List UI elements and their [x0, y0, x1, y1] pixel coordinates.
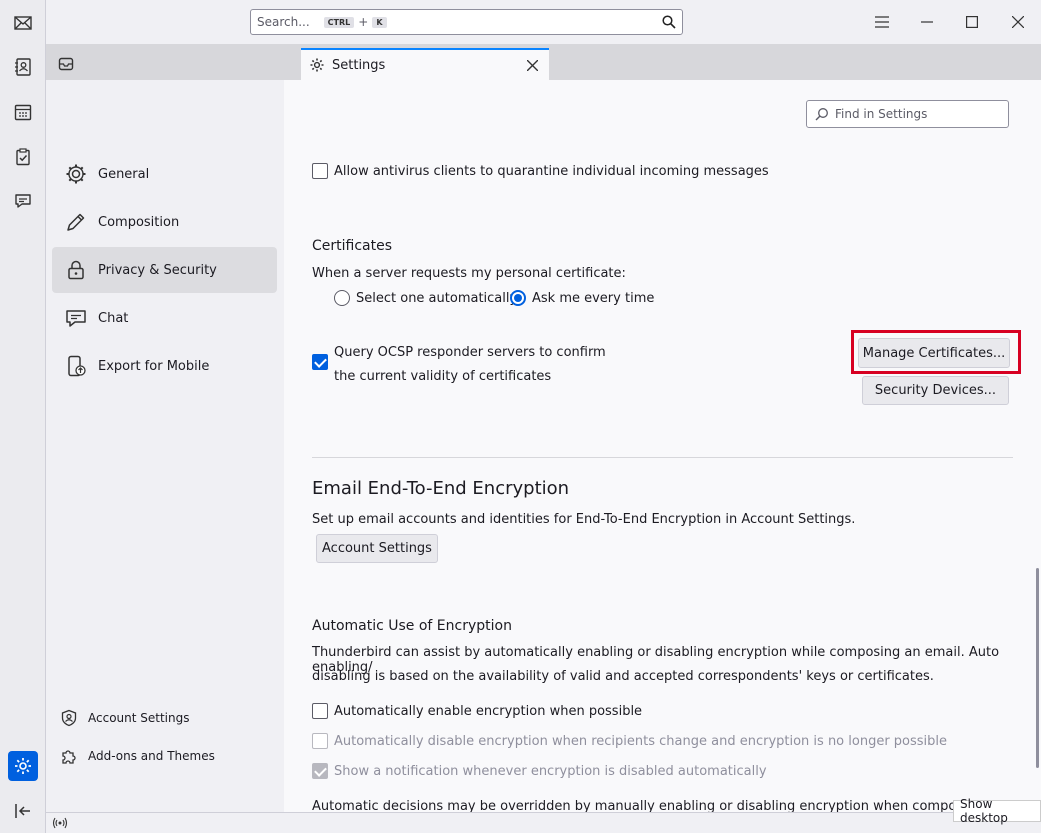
puzzle-piece-icon: [62, 750, 76, 764]
find-in-settings-input[interactable]: Find in Settings: [806, 100, 1009, 128]
tab-label: Settings: [332, 57, 386, 73]
antivirus-option[interactable]: Allow antivirus clients to quarantine in…: [312, 163, 769, 179]
nav-account-settings[interactable]: Account Settings: [60, 705, 189, 731]
radio-ask-every-time[interactable]: Ask me every time: [510, 290, 654, 306]
ocsp-check-mark[interactable]: [312, 354, 328, 370]
collapse-toolbar-icon[interactable]: [8, 796, 38, 826]
close-window-button[interactable]: [1004, 8, 1032, 36]
nav-foot-label: Account Settings: [88, 711, 190, 725]
maximize-button[interactable]: [958, 8, 986, 36]
ocsp-checkbox[interactable]: [312, 354, 334, 370]
nav-item-privacy-security[interactable]: Privacy & Security: [52, 247, 277, 293]
hamburger-menu-icon: [875, 16, 889, 28]
auto-enable-option[interactable]: Automatically enable encryption when pos…: [312, 703, 642, 719]
chat-icon[interactable]: [8, 186, 38, 216]
account-settings-icon: [61, 709, 77, 727]
nav-item-chat[interactable]: Chat: [52, 295, 277, 341]
search-icon: [815, 108, 828, 121]
nav-item-composition[interactable]: Composition: [52, 199, 277, 245]
auto-footer-text: Automatic decisions may be overridden by…: [312, 799, 1027, 812]
antivirus-checkbox[interactable]: [312, 163, 328, 179]
calendar-icon[interactable]: [8, 97, 38, 127]
gear-icon: [66, 164, 86, 184]
nav-item-label: General: [98, 166, 150, 182]
ocsp-label-line2: the current validity of certificates: [334, 369, 552, 384]
shortcut-plus: +: [358, 15, 369, 29]
certificate-prompt: When a server requests my personal certi…: [312, 266, 626, 281]
gear-icon: [310, 58, 324, 72]
mail-tab-icon[interactable]: [58, 56, 74, 76]
radio-select-automatically[interactable]: Select one automatically: [334, 290, 517, 306]
tab-settings[interactable]: Settings: [301, 48, 549, 80]
antivirus-label: Allow antivirus clients to quarantine in…: [334, 163, 769, 179]
auto-disable-label: Automatically disable encryption when re…: [334, 733, 948, 749]
mail-icon[interactable]: [8, 8, 38, 38]
nav-item-label: Export for Mobile: [98, 358, 210, 374]
ocsp-label-line1: Query OCSP responder servers to confirm: [334, 345, 606, 360]
show-desktop-tooltip: Show desktop: [953, 797, 1041, 825]
close-icon: [1012, 16, 1024, 28]
minimize-button[interactable]: [913, 8, 941, 36]
notify-option: Show a notification whenever encryption …: [312, 763, 767, 779]
content-scrollbar-thumb[interactable]: [1036, 568, 1039, 768]
address-book-icon[interactable]: [8, 52, 38, 82]
settings-content: Find in Settings Allow antivirus clients…: [284, 80, 1041, 812]
status-bar: [46, 812, 1041, 833]
tasks-icon[interactable]: [8, 142, 38, 172]
auto-disable-option: Automatically disable encryption when re…: [312, 733, 947, 749]
settings-nav: General Composition Privacy & Security C…: [46, 80, 284, 812]
auto-description-line2: disabling is based on the availability o…: [312, 669, 934, 684]
account-settings-button[interactable]: Account Settings: [316, 534, 438, 563]
auto-enable-checkbox[interactable]: [312, 703, 328, 719]
nav-addons-themes[interactable]: Add-ons and Themes: [60, 743, 215, 769]
nav-foot-label: Add-ons and Themes: [88, 749, 215, 763]
notify-label: Show a notification whenever encryption …: [334, 763, 767, 779]
notify-checkbox: [312, 763, 328, 779]
minimize-icon: [921, 21, 933, 23]
radio-select-auto[interactable]: [334, 290, 350, 306]
e2e-heading: Email End-To-End Encryption: [312, 478, 570, 499]
radio-label: Select one automatically: [356, 290, 518, 306]
mobile-export-icon: [68, 355, 86, 377]
radio-ask[interactable]: [510, 290, 526, 306]
nav-item-label: Chat: [98, 310, 129, 326]
radio-label: Ask me every time: [532, 290, 655, 306]
settings-gear-icon[interactable]: [8, 751, 38, 781]
security-devices-button[interactable]: Security Devices...: [862, 376, 1009, 405]
nav-item-label: Privacy & Security: [98, 262, 217, 278]
find-placeholder: Find in Settings: [835, 107, 928, 121]
close-tab-icon[interactable]: [527, 59, 538, 71]
auto-encryption-heading: Automatic Use of Encryption: [312, 618, 512, 634]
search-icon: [662, 15, 676, 29]
shortcut-k-key: K: [372, 16, 387, 28]
auto-disable-checkbox: [312, 733, 328, 749]
manage-certificates-button[interactable]: Manage Certificates...: [858, 338, 1010, 368]
online-status-icon[interactable]: [52, 816, 68, 830]
lock-icon: [68, 260, 84, 280]
certificates-heading: Certificates: [312, 238, 393, 254]
maximize-icon: [966, 16, 978, 28]
nav-item-export-mobile[interactable]: Export for Mobile: [52, 343, 277, 389]
search-placeholder: Search...: [257, 15, 310, 29]
shortcut-ctrl-key: CTRL: [323, 16, 355, 28]
nav-item-label: Composition: [98, 214, 180, 230]
e2e-description: Set up email accounts and identities for…: [312, 512, 856, 527]
app-menu-button[interactable]: [868, 8, 896, 36]
auto-enable-label: Automatically enable encryption when pos…: [334, 703, 643, 719]
section-divider: [312, 457, 1013, 458]
chat-bubble-icon: [66, 310, 86, 327]
spaces-toolbar: [0, 0, 46, 833]
nav-item-general[interactable]: General: [52, 151, 277, 197]
global-search-input[interactable]: Search... CTRL + K: [250, 9, 683, 35]
pencil-icon: [67, 213, 85, 231]
